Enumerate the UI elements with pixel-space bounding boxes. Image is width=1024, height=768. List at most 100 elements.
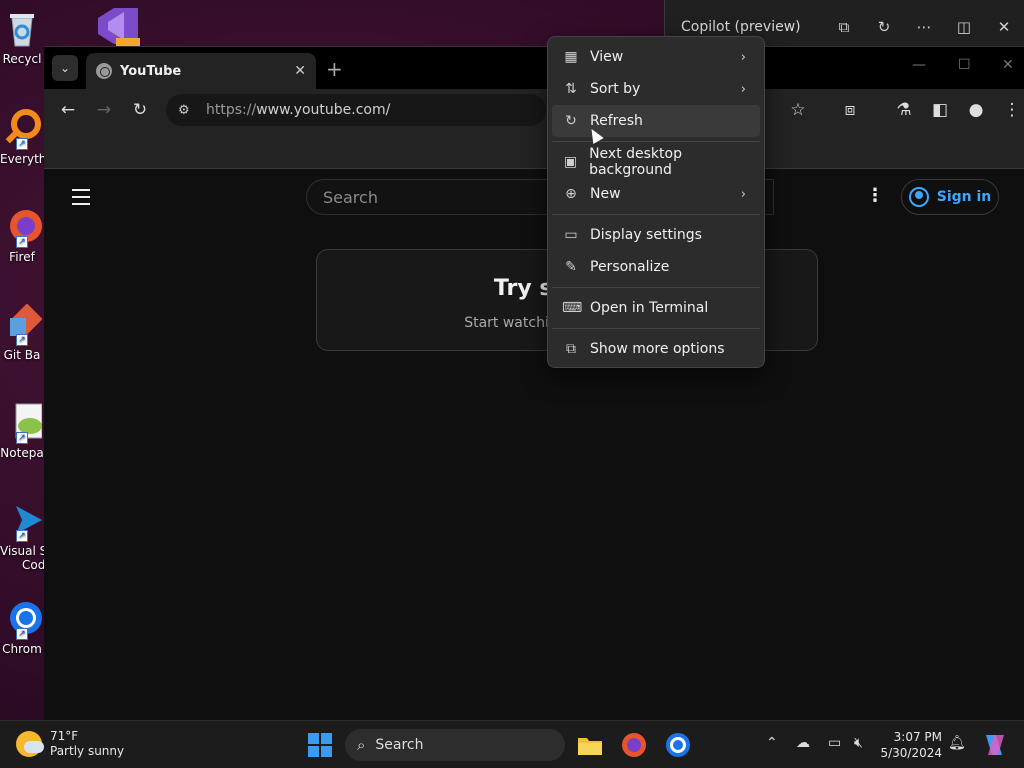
desktop-icon-label: Everyth (0, 152, 44, 166)
desktop-icon-label: Firef (9, 250, 35, 264)
tab-title: YouTube (120, 63, 182, 79)
desktop-icon-firefox[interactable]: ↗ Firef (0, 206, 44, 264)
menu-item-label: Open in Terminal (590, 300, 709, 316)
url-scheme: https:// (206, 102, 257, 118)
network-icon[interactable]: ▭ (828, 735, 841, 751)
minimize-icon[interactable]: — (912, 57, 926, 73)
dock-panel-icon[interactable]: ◫ (944, 7, 984, 47)
bookmark-star-icon[interactable]: ☆ (780, 94, 816, 126)
menu-item-show-more-options[interactable]: ⧉ Show more options (552, 333, 760, 365)
reload-icon[interactable]: ↻ (122, 94, 158, 126)
visual-studio-icon (94, 4, 140, 48)
shortcut-arrow-icon: ↗ (16, 432, 28, 444)
desktop-icon-label: Notepa (0, 446, 44, 460)
menu-kebab-icon[interactable]: ⋮ (994, 94, 1024, 126)
weather-temp: 71°F (50, 729, 79, 743)
grid-icon: ▦ (564, 49, 578, 65)
firefox-taskbar-icon[interactable] (620, 731, 648, 759)
taskbar-search-label: Search (375, 737, 424, 753)
tab-list-button[interactable]: ⌄ (52, 55, 78, 81)
taskbar-search-box[interactable]: ⌕ Search (345, 729, 565, 761)
menu-item-label: New (590, 186, 621, 202)
youtube-settings-kebab-icon[interactable]: ⋮ (866, 185, 884, 206)
menu-item-view[interactable]: ▦ View › (552, 41, 760, 73)
menu-item-new[interactable]: ⊕ New › (552, 178, 760, 210)
taskbar: 71°F Partly sunny ⌕ Search ⌃ ☁ ▭ 🔇︎ 3:07… (0, 720, 1024, 768)
side-panel-icon[interactable]: ◧ (922, 94, 958, 126)
tab-youtube[interactable]: YouTube ✕ (86, 53, 316, 89)
more-icon[interactable]: ⋯ (904, 7, 944, 47)
menu-item-next-desktop-background[interactable]: ▣ Next desktop background (552, 146, 760, 178)
plus-circle-icon: ⊕ (565, 186, 577, 202)
partly-sunny-icon (16, 731, 44, 757)
open-external-icon[interactable]: ⧉ (824, 7, 864, 47)
shortcut-arrow-icon: ↗ (16, 334, 28, 346)
pen-icon: ✎ (565, 259, 577, 275)
chevron-right-icon: › (740, 49, 746, 65)
hamburger-menu-icon[interactable] (72, 189, 90, 210)
menu-item-sort-by[interactable]: ⇅ Sort by › (552, 73, 760, 105)
menu-item-display-settings[interactable]: ▭ Display settings (552, 219, 760, 251)
refresh-icon[interactable]: ↻ (864, 7, 904, 47)
copilot-taskbar-icon[interactable] (980, 731, 1008, 759)
git-bash-icon: ↗ (2, 303, 43, 346)
desktop-icon-git-bash[interactable]: ↗ Git Ba (0, 303, 44, 362)
new-tab-button[interactable]: + (326, 57, 343, 81)
close-icon[interactable]: ✕ (984, 7, 1024, 47)
sign-in-button[interactable]: Sign in (901, 179, 999, 215)
desktop-icon-visual-studio[interactable] (92, 4, 140, 48)
copilot-title: Copilot (preview) (681, 19, 801, 35)
menu-item-label: Show more options (590, 341, 725, 357)
profile-icon[interactable]: ● (958, 94, 994, 126)
menu-item-label: Next desktop background (589, 146, 682, 178)
vscode-icon: ↗ (2, 500, 42, 542)
show-hidden-icons-chevron-icon[interactable]: ⌃ (766, 735, 778, 751)
menu-separator (552, 287, 760, 288)
forward-icon[interactable]: → (86, 94, 122, 126)
maximize-icon[interactable]: ☐ (958, 57, 971, 73)
bookmarks-bar (44, 131, 1024, 169)
refresh-icon: ↻ (565, 113, 577, 129)
start-button[interactable] (308, 733, 332, 757)
notification-bell-icon[interactable]: 🔔︎ (948, 735, 966, 751)
weather-widget[interactable]: 71°F Partly sunny (16, 729, 124, 759)
back-icon[interactable]: ← (50, 94, 86, 126)
menu-item-open-in-terminal[interactable]: ⌨ Open in Terminal (552, 292, 760, 324)
address-bar[interactable]: ⚙ https:// www.youtube.com/ (166, 94, 546, 126)
recycle-bin-icon (2, 8, 42, 48)
desktop-icon-label-line2: Cod (22, 558, 44, 572)
extensions-icon[interactable]: ⧈ (832, 94, 868, 126)
desktop-icon-label: Visual S (0, 544, 44, 558)
url-host: www.youtube.com/ (256, 102, 391, 118)
browser-toolbar: ← → ↻ ⚙ https:// www.youtube.com/ ☆ ⧈ ⚗ … (44, 89, 1024, 131)
menu-separator (552, 141, 760, 142)
close-window-icon[interactable]: ✕ (1002, 57, 1014, 73)
menu-item-refresh[interactable]: ↻ Refresh (552, 105, 760, 137)
tab-close-button[interactable]: ✕ (294, 63, 306, 79)
desktop-icon-vscode[interactable]: ↗ Visual S Cod (0, 500, 44, 572)
onedrive-offline-icon[interactable]: ☁ (796, 735, 810, 751)
menu-separator (552, 214, 760, 215)
desktop-icon-everything[interactable]: ↗ Everyth (0, 108, 44, 166)
browser-window: ⌄ YouTube ✕ + — ☐ ✕ ← → ↻ ⚙ https:// www… (44, 46, 1024, 721)
globe-icon (96, 63, 112, 79)
search-icon: ⌕ (357, 736, 366, 754)
system-clock[interactable]: 3:07 PM 5/30/2024 (876, 729, 942, 761)
menu-item-label: Refresh (590, 113, 643, 129)
shortcut-arrow-icon: ↗ (16, 530, 28, 542)
desktop-icon-notepad[interactable]: ↗ Notepa (0, 402, 44, 460)
desktop-icon-recycle-bin[interactable]: Recycl (0, 8, 44, 66)
shortcut-arrow-icon: ↗ (16, 628, 28, 640)
volume-muted-icon[interactable]: 🔇︎ (854, 735, 863, 751)
chrome-taskbar-icon[interactable] (664, 731, 692, 759)
desktop-icon-chrome[interactable]: ↗ Chrom (0, 598, 44, 656)
desktop-icon-label: Git Ba (3, 348, 41, 362)
labs-flask-icon[interactable]: ⚗ (886, 94, 922, 126)
desktop-icon-label: Recycl (2, 52, 42, 66)
youtube-page: Search ⋮ Sign in Try searchir Start watc… (44, 169, 1024, 721)
file-explorer-icon[interactable] (576, 731, 604, 759)
site-settings-icon[interactable]: ⚙ (178, 103, 194, 118)
sort-icon: ⇅ (565, 81, 577, 97)
menu-item-personalize[interactable]: ✎ Personalize (552, 251, 760, 283)
weather-desc: Partly sunny (50, 744, 125, 758)
